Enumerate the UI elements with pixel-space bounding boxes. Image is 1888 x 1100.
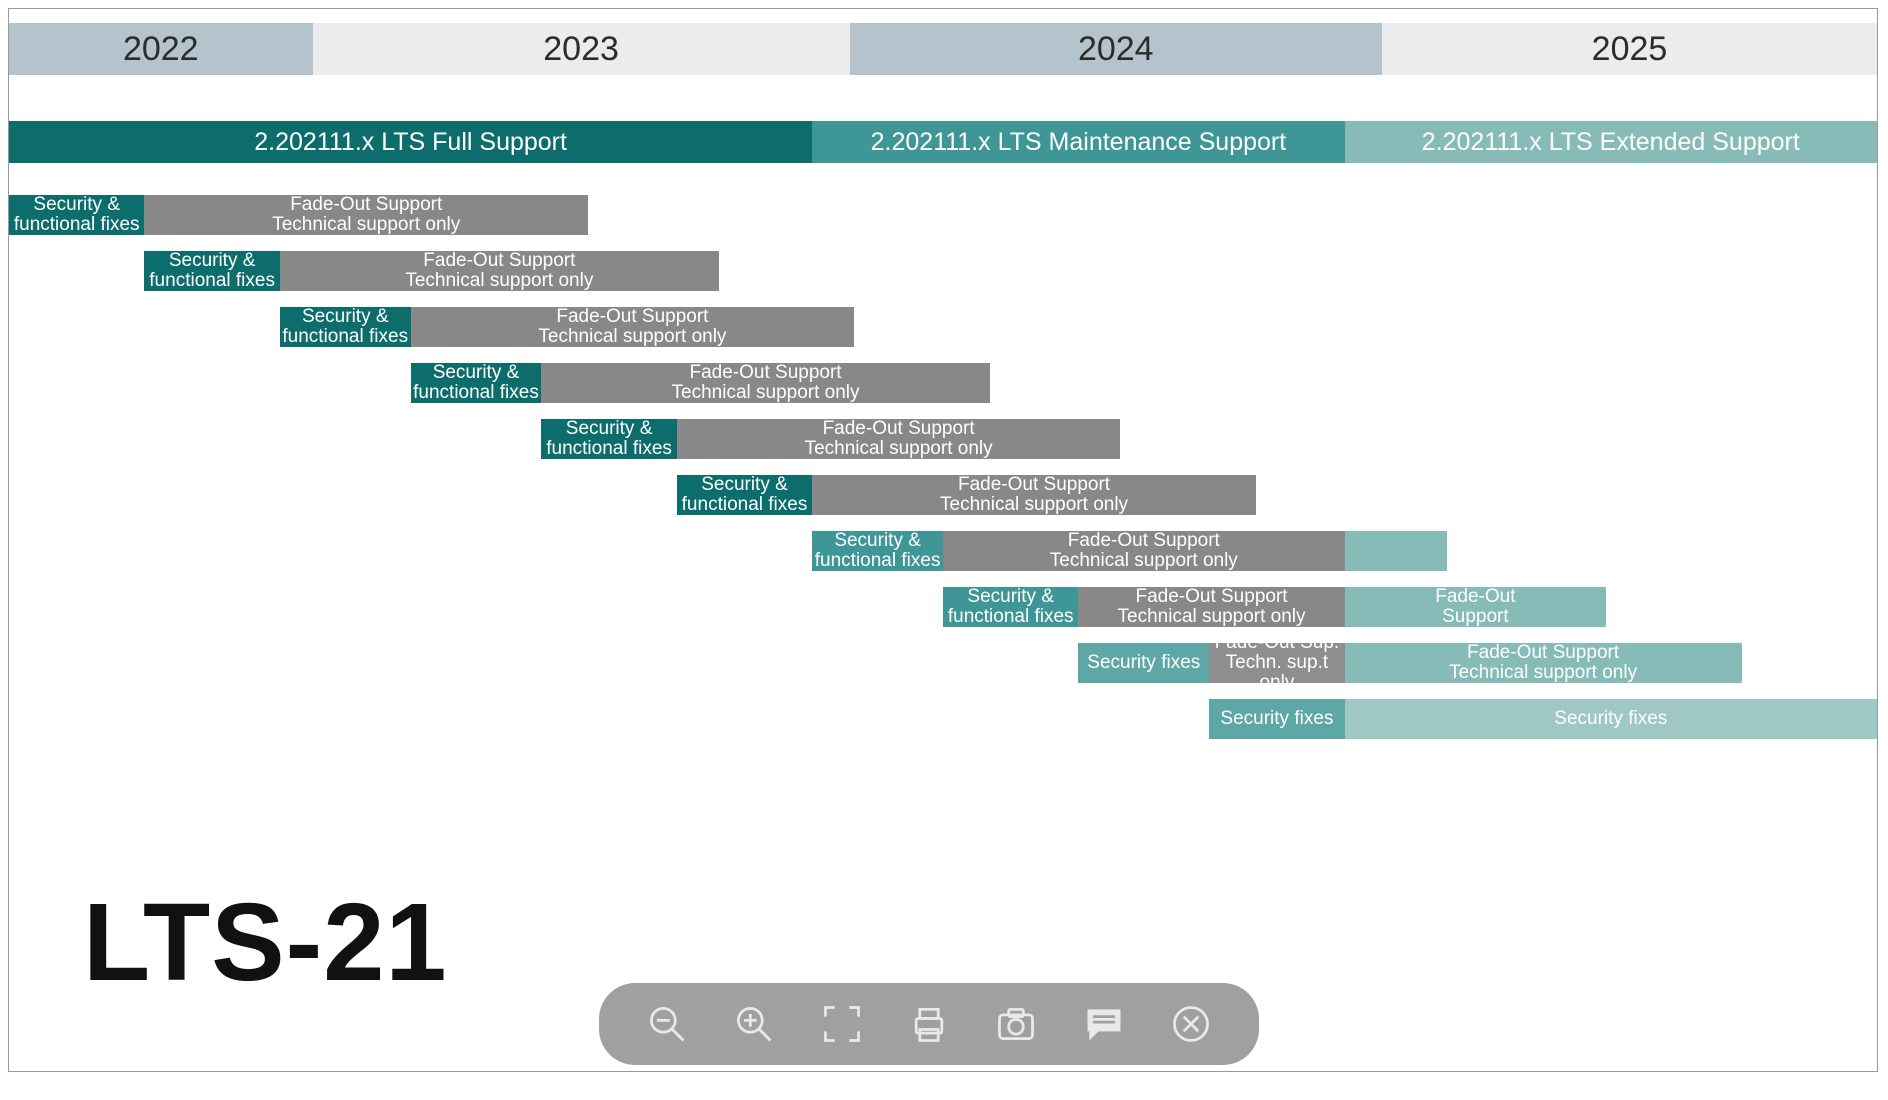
support-segment: Security &functional fixes [541,419,676,459]
year-header-2025: 2025 [1382,23,1877,75]
support-segment [1345,531,1448,571]
support-segment: Security &functional fixes [280,307,411,347]
year-header-2023: 2023 [313,23,850,75]
support-segment: Security &functional fixes [9,195,144,235]
year-header-2022: 2022 [9,23,313,75]
viewer-toolbar [599,983,1259,1065]
lts-phase-bar: 2.202111.x LTS Extended Support [1345,121,1877,163]
zoom-out-icon[interactable] [641,998,693,1050]
print-icon[interactable] [903,998,955,1050]
camera-icon[interactable] [990,998,1042,1050]
support-segment: Fade-Out SupportTechnical support only [1078,587,1344,627]
chart-frame: LTS-21 20222023202420252. [8,8,1878,1072]
comment-icon[interactable] [1078,998,1130,1050]
fit-screen-icon[interactable] [816,998,868,1050]
close-icon[interactable] [1165,998,1217,1050]
support-segment: Security &functional fixes [812,531,943,571]
support-segment: Security &functional fixes [943,587,1078,627]
year-header-2024: 2024 [850,23,1382,75]
support-segment: Security &functional fixes [677,475,812,515]
zoom-in-icon[interactable] [728,998,780,1050]
support-segment: Security fixes [1209,699,1344,739]
support-segment: Security &functional fixes [411,363,542,403]
support-segment: Fade-Out SupportTechnical support only [1345,643,1742,683]
support-segment: Security fixes [1078,643,1209,683]
support-segment: Fade-Out SupportTechnical support only [411,307,855,347]
support-segment: Fade-Out SupportTechnical support only [144,195,588,235]
support-segment: Security fixes [1345,699,1877,739]
support-segment: Fade-Out SupportTechnical support only [280,251,719,291]
support-segment: Fade-Out SupportTechnical support only [812,475,1256,515]
timeline-canvas: LTS-21 20222023202420252. [9,9,1877,1071]
support-segment: Fade-Out Sup.Techn. sup.t only [1209,643,1344,683]
support-segment: Fade-Out SupportTechnical support only [943,531,1345,571]
lts-phase-bar: 2.202111.x LTS Maintenance Support [812,121,1344,163]
support-segment: Fade-OutSupport [1345,587,1607,627]
lts-phase-bar: 2.202111.x LTS Full Support [9,121,812,163]
support-segment: Security &functional fixes [144,251,279,291]
support-segment: Fade-Out SupportTechnical support only [541,363,989,403]
support-segment: Fade-Out SupportTechnical support only [677,419,1121,459]
chart-title: LTS-21 [83,879,448,1006]
